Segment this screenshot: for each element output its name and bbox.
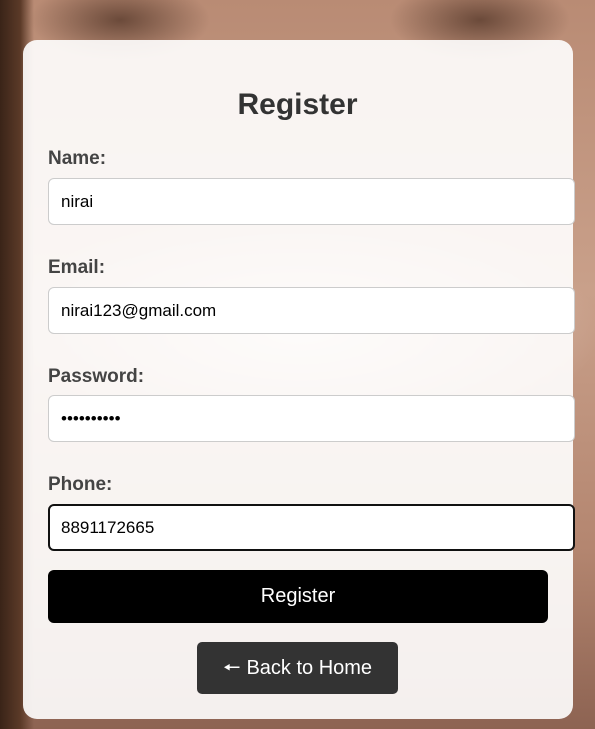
name-label: Name:	[48, 148, 107, 169]
back-to-home-button[interactable]: 🠔 Back to Home	[197, 642, 398, 694]
page-title: Register	[237, 88, 358, 121]
phone-field[interactable]	[48, 504, 575, 551]
register-button[interactable]: Register	[48, 570, 548, 623]
left-arrow-icon: 🠔	[222, 657, 241, 679]
email-label: Email:	[48, 257, 106, 278]
name-field[interactable]	[48, 178, 575, 225]
password-field[interactable]	[48, 395, 575, 442]
email-field[interactable]	[48, 287, 575, 334]
password-label: Password:	[48, 366, 145, 387]
phone-label: Phone:	[48, 474, 113, 495]
back-to-home-label: Back to Home	[246, 657, 373, 679]
